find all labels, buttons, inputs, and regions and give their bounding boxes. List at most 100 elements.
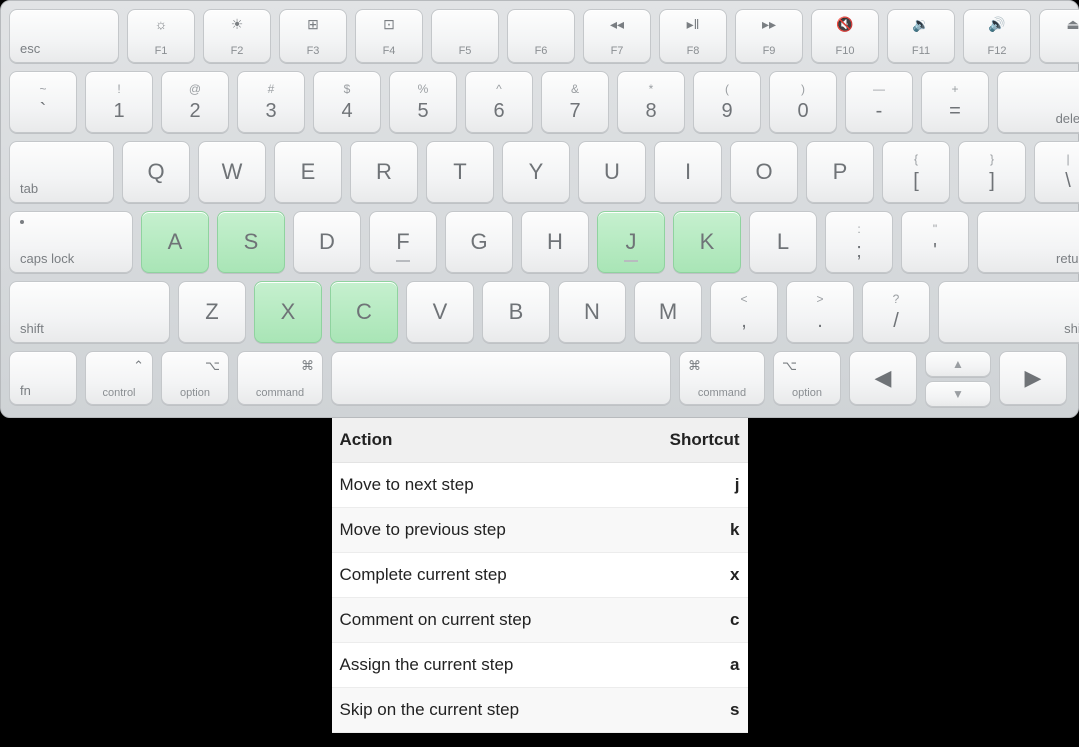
shortcut-action: Comment on current step xyxy=(340,610,532,630)
key-f8: ▸‖F8 xyxy=(659,9,727,63)
shortcut-table-header: Action Shortcut xyxy=(332,418,748,463)
key-option: ⌥option xyxy=(773,351,841,405)
key--: ⏏ xyxy=(1039,9,1079,63)
shortcut-key: c xyxy=(730,610,739,630)
key--: —- xyxy=(845,71,913,133)
shortcut-key: s xyxy=(730,700,739,720)
key-d: D xyxy=(293,211,361,273)
key-k: K xyxy=(673,211,741,273)
key--: ?/ xyxy=(862,281,930,343)
key-8: *8 xyxy=(617,71,685,133)
key--: <, xyxy=(710,281,778,343)
key-caps-lock: caps lock xyxy=(9,211,133,273)
header-action: Action xyxy=(340,430,393,450)
key-tab: tab xyxy=(9,141,114,203)
key-f4: ⊡F4 xyxy=(355,9,423,63)
key-l: L xyxy=(749,211,817,273)
key-r: R xyxy=(350,141,418,203)
key--: }] xyxy=(958,141,1026,203)
key-f7: ◂◂F7 xyxy=(583,9,651,63)
key-- xyxy=(331,351,671,405)
key-command: ⌘command xyxy=(679,351,765,405)
key-f12: 🔊F12 xyxy=(963,9,1031,63)
key-f1: ☼F1 xyxy=(127,9,195,63)
key-v: V xyxy=(406,281,474,343)
key-9: (9 xyxy=(693,71,761,133)
key-b: B xyxy=(482,281,550,343)
shortcut-table: Action Shortcut Move to next stepjMove t… xyxy=(332,418,748,733)
key-option: ⌥option xyxy=(161,351,229,405)
key--: :; xyxy=(825,211,893,273)
key-s: S xyxy=(217,211,285,273)
shortcut-row: Skip on the current step s xyxy=(332,688,748,733)
key--: += xyxy=(921,71,989,133)
key-f9: ▸▸F9 xyxy=(735,9,803,63)
key-f2: ☀F2 xyxy=(203,9,271,63)
key-q: Q xyxy=(122,141,190,203)
shortcut-key: j xyxy=(735,475,740,495)
key-m: M xyxy=(634,281,702,343)
key-control: ⌃control xyxy=(85,351,153,405)
key-f6: F6 xyxy=(507,9,575,63)
key-x: X xyxy=(254,281,322,343)
key-arrow-up: ▲ xyxy=(925,351,991,377)
key-shift: shift xyxy=(9,281,170,343)
key-c: C xyxy=(330,281,398,343)
key--: "' xyxy=(901,211,969,273)
key-f10: 🔇F10 xyxy=(811,9,879,63)
key-5: %5 xyxy=(389,71,457,133)
key-arrow-down: ▼ xyxy=(925,381,991,407)
key-a: A xyxy=(141,211,209,273)
key-w: W xyxy=(198,141,266,203)
key-shift: shift xyxy=(938,281,1079,343)
shortcut-row: Move to previous step k xyxy=(332,508,748,553)
shortcut-row: Comment on current step c xyxy=(332,598,748,643)
key-f11: 🔉F11 xyxy=(887,9,955,63)
shortcut-action: Assign the current step xyxy=(340,655,514,675)
key-u: U xyxy=(578,141,646,203)
key-p: P xyxy=(806,141,874,203)
key-j: J xyxy=(597,211,665,273)
key-4: $4 xyxy=(313,71,381,133)
key-g: G xyxy=(445,211,513,273)
shortcut-key: x xyxy=(730,565,739,585)
key-return: return xyxy=(977,211,1079,273)
key-i: I xyxy=(654,141,722,203)
key-z: Z xyxy=(178,281,246,343)
shortcut-row: Assign the current step a xyxy=(332,643,748,688)
key-command: ⌘command xyxy=(237,351,323,405)
key-e: E xyxy=(274,141,342,203)
key-2: @2 xyxy=(161,71,229,133)
shortcut-action: Move to next step xyxy=(340,475,474,495)
keyboard: esc☼F1☀F2⊞F3⊡F4F5F6◂◂F7▸‖F8▸▸F9🔇F10🔉F11🔊… xyxy=(0,0,1079,418)
key-1: !1 xyxy=(85,71,153,133)
key-7: &7 xyxy=(541,71,609,133)
key-h: H xyxy=(521,211,589,273)
key-esc: esc xyxy=(9,9,119,63)
key-t: T xyxy=(426,141,494,203)
shortcut-row: Complete current step x xyxy=(332,553,748,598)
shortcut-key: k xyxy=(730,520,739,540)
key--: >. xyxy=(786,281,854,343)
shortcut-key: a xyxy=(730,655,739,675)
key-n: N xyxy=(558,281,626,343)
key-6: ^6 xyxy=(465,71,533,133)
key-arrow-updown: ▲▼ xyxy=(925,351,991,407)
key-f3: ⊞F3 xyxy=(279,9,347,63)
key-delete: delete xyxy=(997,71,1079,133)
key-f: F xyxy=(369,211,437,273)
shortcut-action: Complete current step xyxy=(340,565,507,585)
key--: ~` xyxy=(9,71,77,133)
key-3: #3 xyxy=(237,71,305,133)
header-shortcut: Shortcut xyxy=(670,430,740,450)
key-fn: fn xyxy=(9,351,77,405)
shortcut-row: Move to next step j xyxy=(332,463,748,508)
key-f5: F5 xyxy=(431,9,499,63)
key--: |\ xyxy=(1034,141,1079,203)
shortcut-action: Move to previous step xyxy=(340,520,506,540)
key-0: )0 xyxy=(769,71,837,133)
key--: ◀ xyxy=(849,351,917,405)
shortcut-action: Skip on the current step xyxy=(340,700,520,720)
key-o: O xyxy=(730,141,798,203)
key--: {[ xyxy=(882,141,950,203)
